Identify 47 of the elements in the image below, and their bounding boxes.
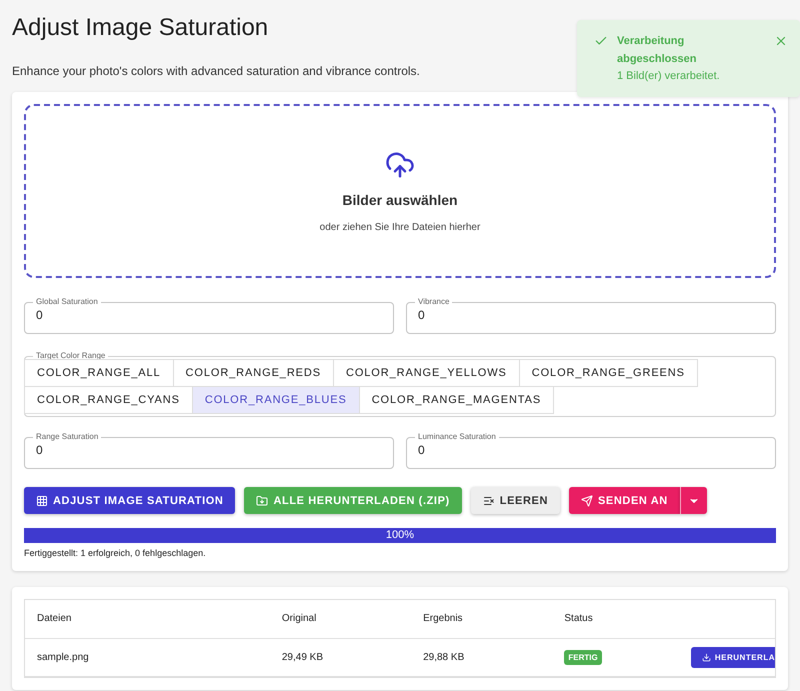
color-range-option[interactable]: COLOR_RANGE_MAGENTAS — [358, 386, 554, 414]
progress-summary: Fertiggestellt: 1 erfolgreich, 0 fehlgeschlagen. — [24, 548, 207, 558]
color-range-option[interactable]: COLOR_RANGE_GREENS — [518, 359, 698, 387]
progress-reading: 100% — [386, 528, 414, 543]
number-field[interactable]: 0 — [418, 441, 764, 457]
close-icon[interactable] — [774, 34, 788, 48]
column-header: Ergebnis — [423, 613, 463, 624]
upload-dropzone[interactable]: Bilder auswählen oder ziehen Sie Ihre Dateien hierher — [24, 104, 776, 278]
status-badge: FERTIG — [564, 650, 602, 664]
cloud-upload-icon — [385, 150, 415, 180]
number-field[interactable]: 0 — [36, 441, 382, 457]
page-subtitle: Enhance your photo's colors with advanced saturation and vibrance controls. — [12, 64, 420, 78]
dropzone-hint: oder ziehen Sie Ihre Dateien hierher — [320, 222, 480, 232]
send-icon — [581, 494, 593, 506]
field-label: Target Color Range — [35, 352, 106, 360]
action-button[interactable]: LEEREN — [470, 487, 560, 514]
download-button[interactable]: HERUNTERLA — [690, 646, 775, 668]
grid-icon — [36, 494, 48, 506]
number-field[interactable]: 0 — [36, 306, 382, 322]
number-field[interactable]: 0 — [418, 306, 764, 322]
field-label: Global Saturation — [35, 298, 99, 306]
toast-title: Verarbeitung abgeschlossen — [617, 34, 698, 67]
folder-download-icon — [256, 494, 268, 506]
field-label: Vibrance — [417, 298, 450, 306]
field-label: Luminance Saturation — [417, 433, 497, 441]
action-button[interactable]: SENDEN AN — [569, 487, 680, 514]
color-range-option[interactable]: COLOR_RANGE_CYANS — [24, 386, 193, 414]
column-header: Dateien — [37, 613, 72, 624]
dropzone-title: Bilder auswählen — [342, 192, 458, 208]
result-size: 29,88 KB — [423, 652, 464, 662]
column-header: Status — [564, 613, 593, 624]
dropdown-button[interactable] — [680, 487, 707, 514]
field-label: Range Saturation — [35, 433, 100, 441]
download-icon — [702, 652, 711, 662]
file-name: sample.png — [37, 652, 89, 662]
number-field-frame[interactable]: Global Saturation 0 — [24, 298, 394, 334]
number-field-frame[interactable]: Luminance Saturation 0 — [406, 433, 776, 469]
color-range-option[interactable]: COLOR_RANGE_BLUES — [192, 386, 360, 414]
toast-message: 1 Bild(er) verarbeitet. — [617, 69, 721, 84]
number-field-frame[interactable]: Range Saturation 0 — [24, 433, 394, 469]
original-size: 29,49 KB — [282, 652, 324, 662]
action-button[interactable]: ADJUST IMAGE SATURATION — [24, 487, 236, 514]
column-header: Original — [282, 613, 316, 624]
color-range-option[interactable]: COLOR_RANGE_ALL — [24, 359, 174, 387]
list-clear-icon — [482, 494, 495, 506]
page-title: Adjust Image Saturation — [12, 14, 268, 42]
number-field-frame[interactable]: Vibrance 0 — [406, 298, 776, 334]
